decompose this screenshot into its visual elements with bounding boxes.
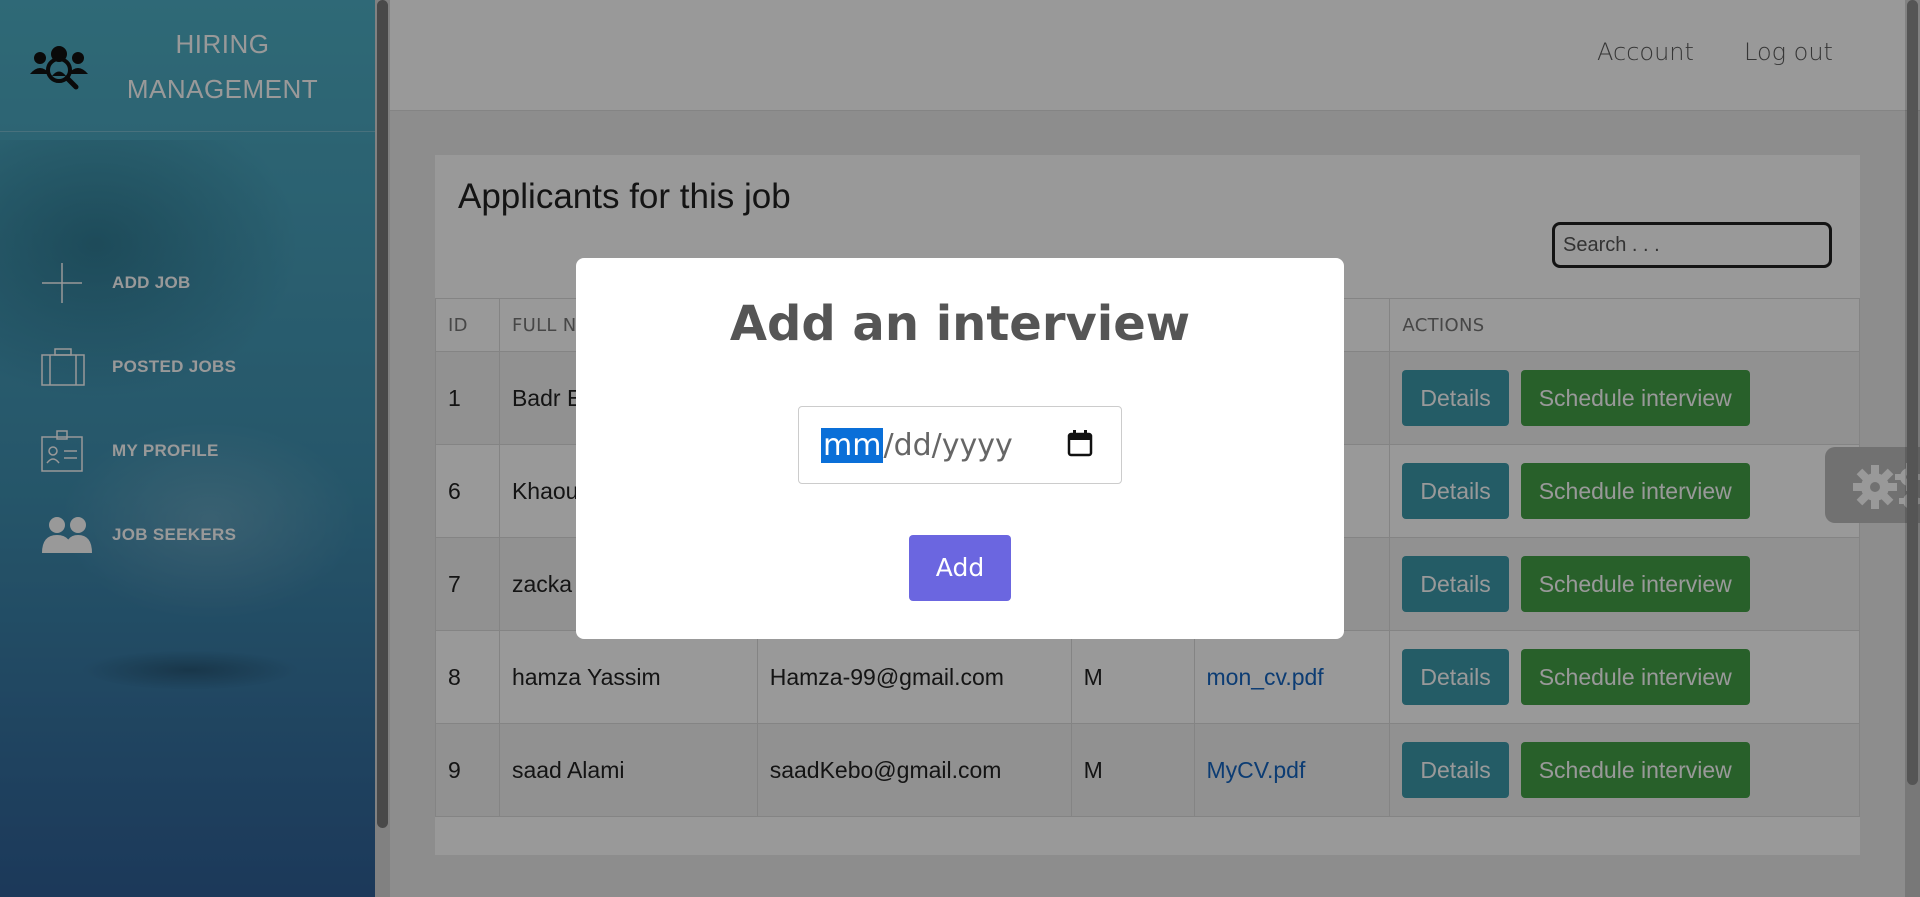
page-scrollbar-thumb[interactable]: [1907, 0, 1918, 785]
date-day-segment[interactable]: dd: [894, 428, 932, 463]
date-separator: /: [931, 427, 942, 463]
add-interview-modal: Add an interview mm / dd / yyyy Add: [576, 258, 1344, 639]
date-month-segment[interactable]: mm: [821, 427, 884, 463]
date-year-segment[interactable]: yyyy: [942, 428, 1013, 463]
interview-date-input[interactable]: mm / dd / yyyy: [798, 406, 1122, 484]
date-separator: /: [883, 427, 894, 463]
page-scrollbar[interactable]: [1905, 0, 1920, 897]
modal-title: Add an interview: [729, 296, 1191, 352]
add-button[interactable]: Add: [909, 535, 1011, 601]
calendar-icon[interactable]: [1067, 429, 1093, 457]
